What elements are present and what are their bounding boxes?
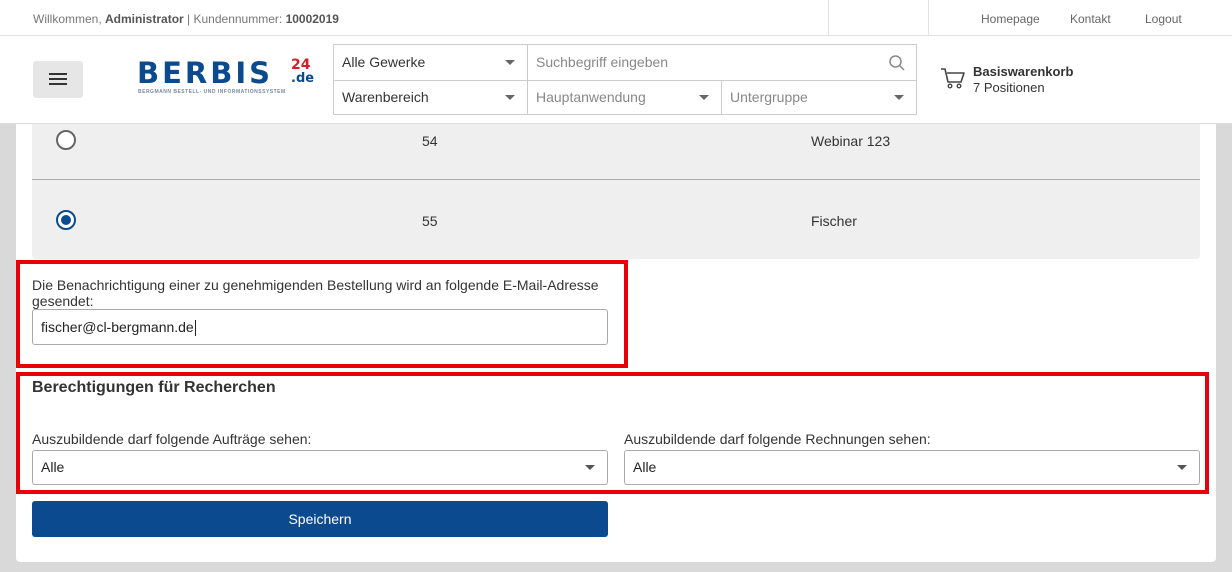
- divider: [721, 80, 722, 114]
- save-button[interactable]: Speichern: [32, 501, 608, 537]
- search-panel: Alle Gewerke Suchbegriff eingeben Warenb…: [333, 44, 917, 115]
- subgroup-select[interactable]: Untergruppe: [722, 80, 917, 115]
- chevron-down-icon: [1177, 465, 1187, 470]
- berbis-logo[interactable]: BERBIS 24 .de BERGMANN BESTELL- UND INFO…: [137, 57, 317, 103]
- divider: [828, 0, 829, 36]
- divider: [527, 45, 528, 114]
- divider: [928, 0, 929, 36]
- contact-link[interactable]: Kontakt: [1070, 12, 1111, 26]
- top-bar: Willkommen, Administrator | Kundennummer…: [0, 0, 1232, 36]
- item-name: Webinar 123: [811, 133, 891, 149]
- logout-link[interactable]: Logout: [1145, 12, 1182, 26]
- customer-label: | Kundennummer:: [187, 12, 283, 26]
- hamburger-icon: [49, 78, 67, 80]
- welcome-prefix: Willkommen,: [33, 12, 102, 26]
- list-item[interactable]: 54 Webinar 123: [32, 124, 1200, 179]
- hamburger-icon: [49, 73, 67, 75]
- main-use-select[interactable]: Hauptanwendung: [528, 80, 721, 115]
- notification-label: Die Benachrichtigung einer zu genehmigen…: [32, 277, 599, 309]
- area-select[interactable]: Warenbereich: [334, 80, 527, 115]
- cart-count: 7 Positionen: [973, 80, 1045, 95]
- menu-button[interactable]: [33, 61, 83, 98]
- cart-icon: [941, 68, 965, 89]
- chevron-down-icon: [505, 60, 515, 65]
- cart[interactable]: Basiswarenkorb 7 Positionen: [940, 64, 1100, 98]
- radio-button-selected[interactable]: [56, 210, 76, 230]
- email-field[interactable]: fischer@cl-bergmann.de: [32, 309, 608, 345]
- trade-select[interactable]: Alle Gewerke: [334, 45, 527, 80]
- cart-title: Basiswarenkorb: [973, 64, 1074, 79]
- header: BERBIS 24 .de BERGMANN BESTELL- UND INFO…: [0, 36, 1232, 124]
- invoices-label: Auszubildende darf folgende Rechnungen s…: [624, 431, 931, 447]
- item-number: 54: [422, 133, 438, 149]
- user-name: Administrator: [105, 12, 184, 26]
- chevron-down-icon: [585, 465, 595, 470]
- hamburger-icon: [49, 83, 67, 85]
- divider: [334, 80, 916, 81]
- section-title: Berechtigungen für Recherchen: [32, 379, 276, 396]
- chevron-down-icon: [505, 95, 515, 100]
- welcome-text: Willkommen, Administrator | Kundennummer…: [33, 12, 339, 26]
- radio-button[interactable]: [56, 130, 76, 150]
- homepage-link[interactable]: Homepage: [981, 12, 1040, 26]
- text-cursor: [194, 320, 196, 337]
- orders-label: Auszubildende darf folgende Aufträge seh…: [32, 431, 312, 447]
- chevron-down-icon: [894, 95, 904, 100]
- item-number: 55: [422, 213, 438, 229]
- item-name: Fischer: [811, 213, 857, 229]
- invoices-select[interactable]: Alle: [624, 450, 1200, 485]
- search-icon[interactable]: [888, 54, 906, 72]
- list-item[interactable]: 55 Fischer: [32, 180, 1200, 259]
- search-input[interactable]: Suchbegriff eingeben: [528, 45, 917, 80]
- email-value: fischer@cl-bergmann.de: [41, 319, 194, 335]
- orders-select[interactable]: Alle: [32, 450, 608, 485]
- customer-number: 10002019: [285, 12, 339, 26]
- chevron-down-icon: [699, 95, 709, 100]
